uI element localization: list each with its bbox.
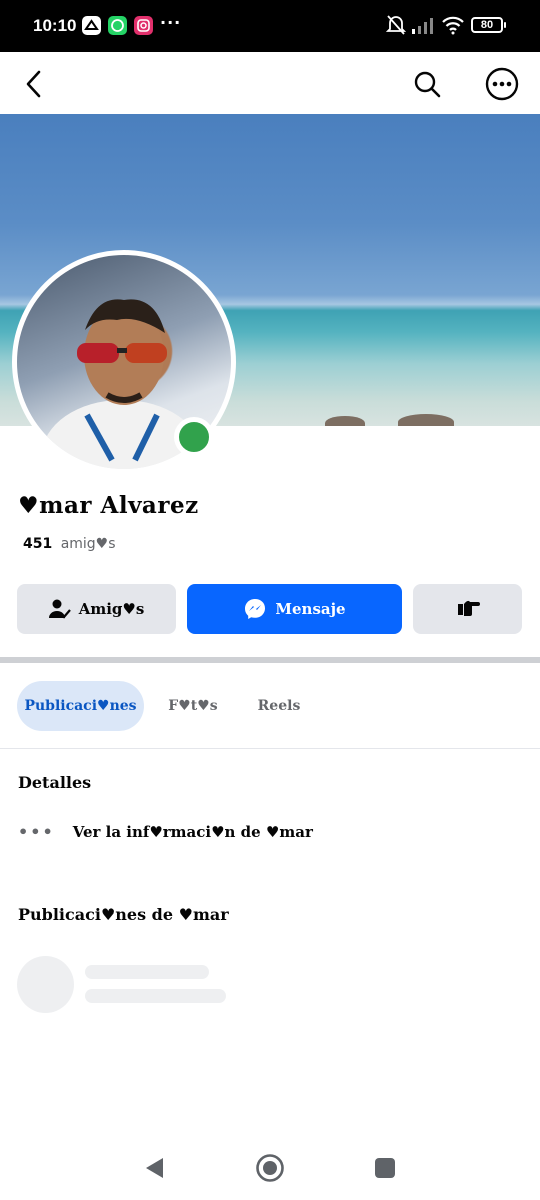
message-button-label: Mensaje xyxy=(275,600,346,618)
loading-line-placeholder xyxy=(85,989,226,1003)
friends-button-label: Amig♥s xyxy=(78,600,145,618)
nav-recents-button[interactable] xyxy=(367,1150,403,1186)
see-info-label: Ver la inf♥rmaci♥n de ♥mar xyxy=(72,822,313,841)
loading-line-placeholder xyxy=(85,965,209,979)
profile-name: ♥mar Alvarez xyxy=(18,492,199,519)
posts-title: Publicaci♥nes de ♥mar xyxy=(18,905,229,924)
status-time: 10:10 xyxy=(33,16,77,35)
more-options-button[interactable] xyxy=(482,64,522,104)
friends-button[interactable]: Amig♥s xyxy=(17,584,176,634)
back-arrow-icon xyxy=(26,70,41,98)
cover-rock xyxy=(398,414,454,426)
friends-label: amig♥s xyxy=(60,536,116,552)
drive-icon xyxy=(82,16,101,35)
message-button[interactable]: Mensaje xyxy=(187,584,402,634)
friends-check-icon xyxy=(48,598,71,620)
section-divider xyxy=(0,657,540,663)
cover-rock xyxy=(325,416,365,426)
status-bar: 10:10 ··· 80 xyxy=(0,0,540,52)
tabs-divider xyxy=(0,748,540,749)
search-button[interactable] xyxy=(407,64,447,104)
recents-square-icon xyxy=(375,1158,395,1178)
battery-indicator: 80 xyxy=(471,17,506,33)
more-options-icon xyxy=(485,67,519,101)
details-title: Detalles xyxy=(18,773,92,792)
messenger-icon xyxy=(243,597,267,621)
app-header xyxy=(0,52,540,114)
online-status-indicator xyxy=(174,417,214,457)
more-dots-icon: ••• xyxy=(18,822,55,841)
search-icon xyxy=(414,71,441,98)
tab-posts[interactable]: Publicaci♥nes xyxy=(17,681,144,731)
back-triangle-icon xyxy=(146,1158,163,1178)
mute-bell-icon xyxy=(385,14,407,40)
friends-count-row[interactable]: 451 amig♥s xyxy=(23,536,116,552)
nav-home-button[interactable] xyxy=(252,1150,288,1186)
see-info-row[interactable]: ••• Ver la inf♥rmaci♥n de ♥mar xyxy=(18,822,313,841)
whatsapp-icon xyxy=(108,16,127,35)
back-button[interactable] xyxy=(14,64,54,104)
signal-icon xyxy=(412,16,436,38)
home-circle-icon xyxy=(256,1154,284,1182)
friends-count: 451 xyxy=(23,536,53,552)
instagram-icon xyxy=(134,16,153,35)
wifi-icon xyxy=(441,15,465,39)
nav-back-button[interactable] xyxy=(136,1150,172,1186)
more-actions-button[interactable] xyxy=(413,584,522,634)
hand-point-icon xyxy=(456,597,480,621)
loading-avatar-placeholder xyxy=(17,956,74,1013)
tab-photos[interactable]: F♥t♥s xyxy=(160,681,226,731)
status-more: ··· xyxy=(160,13,182,32)
tab-reels[interactable]: Reels xyxy=(250,681,308,731)
